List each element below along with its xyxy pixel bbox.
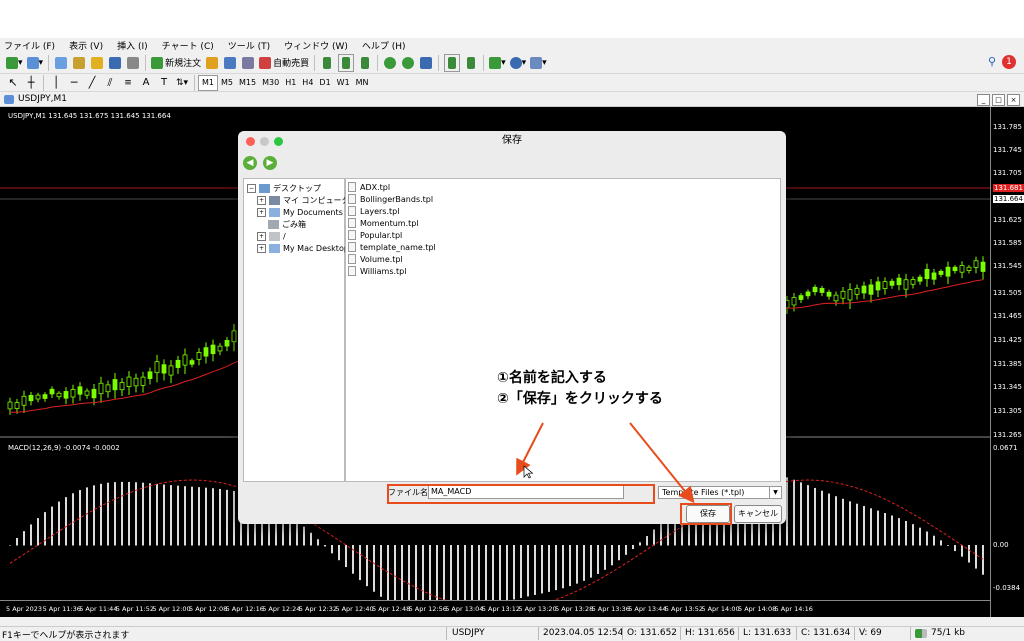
mouse-cursor-icon — [523, 465, 534, 479]
arrow-to-filename — [516, 422, 544, 476]
annotation-arrows — [516, 422, 695, 504]
arrow-to-save — [629, 422, 695, 504]
